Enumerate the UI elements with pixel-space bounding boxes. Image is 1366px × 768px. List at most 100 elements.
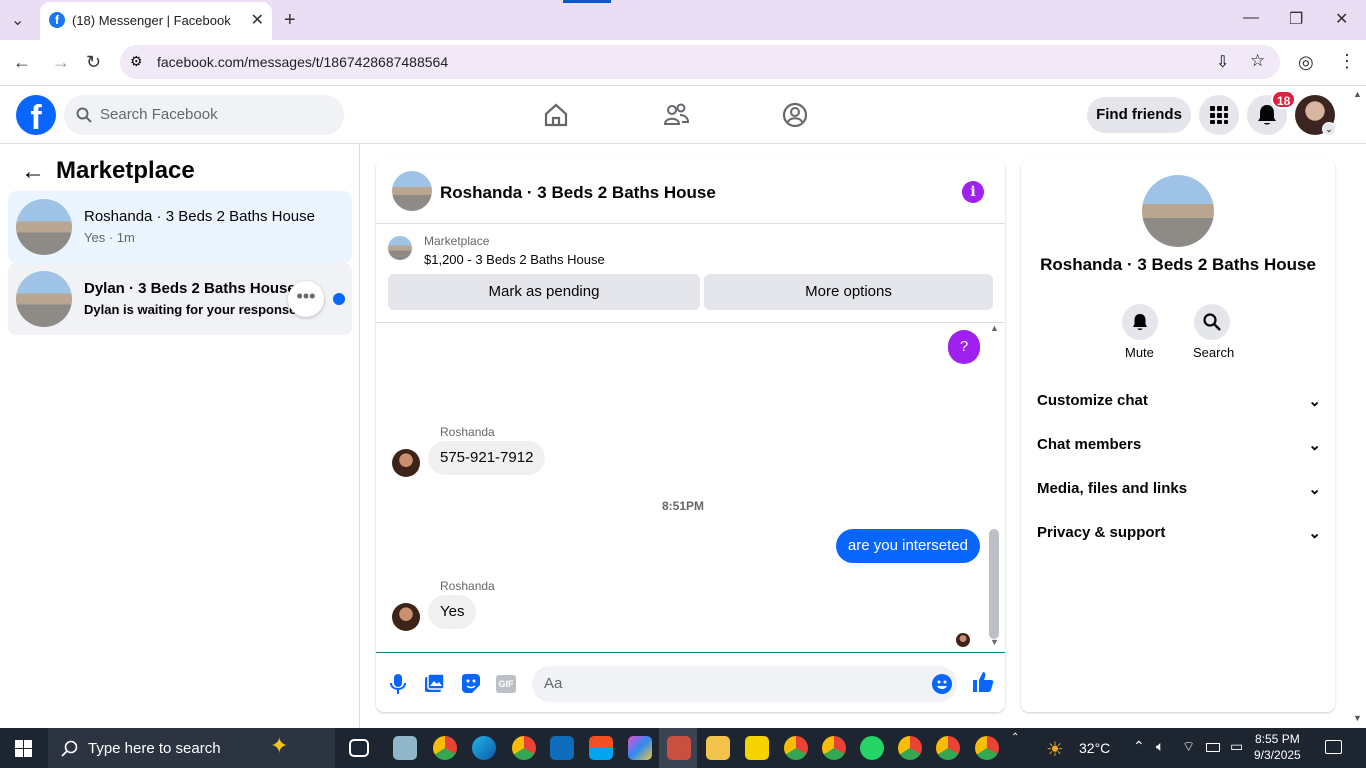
chrome-profile-icon[interactable] bbox=[975, 736, 999, 760]
sender-avatar[interactable] bbox=[392, 449, 420, 477]
show-hidden-icons-icon[interactable]: ⌃ bbox=[1133, 738, 1145, 755]
message-sender: Roshanda bbox=[440, 579, 495, 593]
store-icon[interactable] bbox=[589, 736, 613, 760]
back-icon[interactable]: ← bbox=[13, 52, 31, 73]
volume-icon[interactable]: 🔈︎ bbox=[1156, 738, 1164, 755]
chrome-profile-icon[interactable] bbox=[784, 736, 808, 760]
emoji-icon[interactable] bbox=[932, 674, 952, 694]
bookmark-star-icon[interactable]: ☆ bbox=[1250, 51, 1265, 71]
microphone-icon[interactable] bbox=[390, 673, 406, 695]
battery-icon[interactable] bbox=[1206, 743, 1220, 752]
tab-close-icon[interactable]: ✕ bbox=[251, 10, 264, 30]
chrome-profile-icon[interactable] bbox=[512, 736, 536, 760]
message-bubble-outgoing: ? bbox=[948, 330, 980, 364]
chrome-profile-icon[interactable] bbox=[936, 736, 960, 760]
profile-icon[interactable]: ◎ bbox=[1298, 52, 1314, 73]
more-options-icon[interactable]: ••• bbox=[288, 281, 324, 317]
conversation-name: Dylan · 3 Beds 2 Baths House bbox=[84, 280, 296, 297]
notification-center-icon[interactable] bbox=[1325, 740, 1342, 754]
chat-header: Roshanda · 3 Beds 2 Baths House i bbox=[376, 159, 1005, 224]
listing-thumbnail bbox=[16, 271, 72, 327]
menu-grid-button[interactable] bbox=[1199, 95, 1239, 135]
section-label: Customize chat bbox=[1037, 392, 1148, 409]
chevron-down-icon: ⌄ bbox=[1308, 437, 1321, 454]
account-chevron-icon[interactable]: ⌄ bbox=[1322, 122, 1336, 136]
thumbs-up-icon[interactable] bbox=[972, 671, 994, 693]
chat-members-section[interactable]: Chat members ⌄ bbox=[1037, 436, 1321, 460]
info-icon[interactable]: i bbox=[962, 181, 984, 203]
browser-tab[interactable]: f (18) Messenger | Facebook ✕ bbox=[40, 2, 272, 40]
taskbar-search-input[interactable]: Type here to search ✦ bbox=[48, 728, 335, 768]
new-tab-icon[interactable]: + bbox=[284, 9, 296, 32]
chevron-down-icon: ⌄ bbox=[1308, 481, 1321, 498]
find-friends-button[interactable]: Find friends bbox=[1087, 97, 1191, 133]
address-bar[interactable]: ⚙ facebook.com/messages/t/18674286874885… bbox=[120, 45, 1280, 79]
groups-icon[interactable] bbox=[781, 101, 809, 129]
chat-thumbnail[interactable] bbox=[392, 171, 432, 211]
conversation-item[interactable]: Roshanda · 3 Beds 2 Baths House Yes · 1m bbox=[8, 191, 352, 263]
network-icon[interactable]: ▭ bbox=[1230, 738, 1243, 755]
edge-icon[interactable] bbox=[472, 736, 496, 760]
listing-thumbnail bbox=[16, 199, 72, 255]
browser-tab-bar: ⌄ f (18) Messenger | Facebook ✕ + — ❐ ✕ bbox=[0, 0, 1366, 40]
chat-title[interactable]: Roshanda · 3 Beds 2 Baths House bbox=[440, 183, 716, 203]
overflow-icon[interactable]: ⌃ bbox=[1011, 732, 1019, 743]
outlook-icon[interactable] bbox=[550, 736, 574, 760]
page-scroll-up-icon[interactable]: ▲ bbox=[1353, 89, 1362, 99]
install-app-icon[interactable]: ⇩ bbox=[1216, 52, 1229, 72]
customize-chat-section[interactable]: Customize chat ⌄ bbox=[1037, 392, 1321, 416]
whatsapp-icon[interactable] bbox=[860, 736, 884, 760]
copilot-icon[interactable] bbox=[628, 736, 652, 760]
page-scroll-down-icon[interactable]: ▼ bbox=[1353, 713, 1362, 723]
app-icon[interactable] bbox=[393, 736, 417, 760]
chrome-profile-icon[interactable] bbox=[898, 736, 922, 760]
active-app-icon[interactable] bbox=[667, 736, 691, 760]
facebook-header: f Search Facebook Find friends 18 ⌄ bbox=[0, 87, 1366, 144]
site-info-icon[interactable]: ⚙ bbox=[130, 53, 143, 70]
chrome-icon[interactable] bbox=[433, 736, 457, 760]
media-files-links-section[interactable]: Media, files and links ⌄ bbox=[1037, 480, 1321, 504]
minimize-icon[interactable]: — bbox=[1243, 9, 1259, 27]
read-receipt-avatar bbox=[956, 633, 970, 647]
tab-list-icon[interactable]: ⌄ bbox=[11, 10, 24, 30]
message-sender: Roshanda bbox=[440, 425, 495, 439]
back-arrow-icon[interactable]: ← bbox=[21, 158, 45, 186]
wifi-icon[interactable]: ⌔ bbox=[1182, 738, 1195, 756]
sender-avatar[interactable] bbox=[392, 603, 420, 631]
facebook-logo-icon[interactable]: f bbox=[16, 95, 56, 137]
mute-button[interactable] bbox=[1122, 304, 1158, 340]
photo-icon[interactable] bbox=[424, 674, 444, 694]
message-scrollbar[interactable] bbox=[989, 529, 999, 639]
address-row: ← → ↻ ⚙ facebook.com/messages/t/18674286… bbox=[0, 40, 1366, 86]
close-window-icon[interactable]: ✕ bbox=[1335, 9, 1348, 29]
privacy-support-section[interactable]: Privacy & support ⌄ bbox=[1037, 524, 1321, 548]
chat-window: Roshanda · 3 Beds 2 Baths House i Market… bbox=[376, 159, 1005, 712]
conversation-list: ← Marketplace Roshanda · 3 Beds 2 Baths … bbox=[0, 144, 360, 728]
taskbar-clock[interactable]: 8:55 PM 9/3/2025 bbox=[1254, 731, 1301, 763]
windows-start-icon[interactable] bbox=[15, 740, 32, 757]
sticker-icon[interactable] bbox=[460, 673, 482, 695]
file-explorer-icon[interactable] bbox=[706, 736, 730, 760]
listing-large-thumbnail[interactable] bbox=[1142, 175, 1214, 247]
chrome-profile-icon[interactable] bbox=[822, 736, 846, 760]
listing-text[interactable]: $1,200 - 3 Beds 2 Baths House bbox=[424, 252, 605, 267]
scroll-up-icon[interactable]: ▲ bbox=[990, 323, 999, 333]
conversation-item[interactable]: Dylan · 3 Beds 2 Baths House Dylan is wa… bbox=[8, 263, 352, 335]
message-input[interactable]: Aa bbox=[532, 666, 957, 702]
reload-icon[interactable]: ↻ bbox=[86, 52, 101, 73]
gif-icon[interactable]: GIF bbox=[496, 675, 516, 693]
task-view-icon[interactable] bbox=[349, 739, 369, 757]
facebook-search-input[interactable]: Search Facebook bbox=[64, 95, 344, 135]
weather-icon[interactable]: ☀ bbox=[1046, 737, 1064, 762]
forward-icon[interactable]: → bbox=[52, 52, 70, 73]
search-in-chat-button[interactable] bbox=[1194, 304, 1230, 340]
temperature[interactable]: 32°C bbox=[1079, 740, 1110, 756]
message-area[interactable]: ? Roshanda 575-921-7912 8:51PM are you i… bbox=[376, 322, 1005, 652]
sticky-notes-icon[interactable] bbox=[745, 736, 769, 760]
browser-menu-icon[interactable]: ⋮ bbox=[1338, 51, 1356, 72]
mark-as-pending-button[interactable]: Mark as pending bbox=[388, 274, 700, 310]
restore-icon[interactable]: ❐ bbox=[1289, 9, 1303, 29]
home-icon[interactable] bbox=[542, 101, 570, 129]
friends-icon[interactable] bbox=[662, 101, 690, 129]
more-options-button[interactable]: More options bbox=[704, 274, 993, 310]
